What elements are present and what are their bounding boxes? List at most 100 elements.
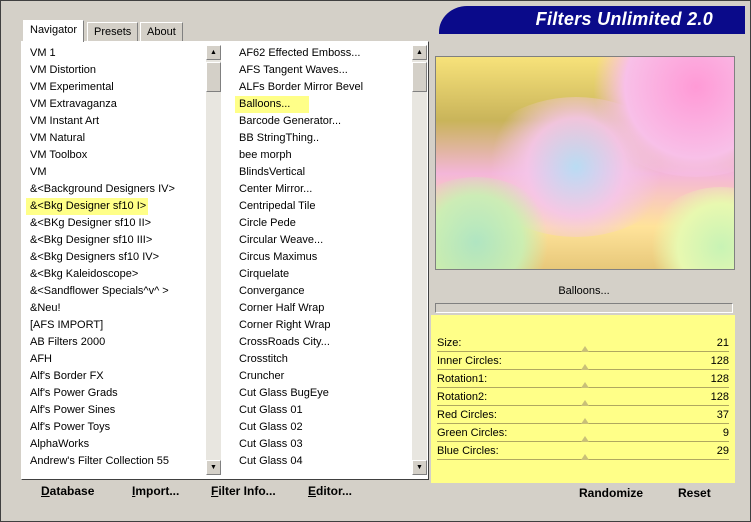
category-list-item[interactable]: VM Distortion (26, 62, 96, 79)
category-list-item[interactable]: Alf's Power Grads (26, 385, 118, 402)
filter-list-item[interactable]: CrossRoads City... (235, 334, 330, 351)
slider-thumb-icon[interactable] (581, 346, 589, 352)
category-list-item[interactable]: &<Bkg Kaleidoscope> (26, 266, 138, 283)
category-list-item[interactable]: AlphaWorks (26, 436, 89, 453)
filter-preview (435, 56, 735, 270)
parameter-label: Blue Circles: (437, 445, 499, 457)
category-list-item[interactable]: Alf's Power Sines (26, 402, 115, 419)
filter-list-item[interactable]: Corner Right Wrap (235, 317, 331, 334)
progress-bar (435, 303, 733, 313)
tab-navigator[interactable]: Navigator (23, 20, 85, 42)
filter-list-item[interactable]: Corner Half Wrap (235, 300, 324, 317)
category-list-item[interactable]: Andrew's Filter Collection 55 (26, 453, 169, 470)
scroll-down-arrow-icon[interactable]: ▼ (206, 460, 221, 475)
parameter-slider[interactable]: Red Circles: 37 (431, 407, 735, 425)
filter-list-item[interactable]: Cruncher (235, 368, 284, 385)
filter-list-item[interactable]: AF62 Effected Emboss... (235, 45, 360, 62)
filter-list-item[interactable]: Balloons... (235, 96, 309, 113)
parameter-slider[interactable]: Rotation2: 128 (431, 389, 735, 407)
parameter-label: Red Circles: (437, 409, 497, 421)
parameter-label: Rotation2: (437, 391, 488, 403)
window-title: Filters Unlimited 2.0 (535, 9, 713, 29)
filter-info-button[interactable]: Filter Info... (211, 484, 276, 498)
slider-thumb-icon[interactable] (581, 436, 589, 442)
import-button[interactable]: Import... (132, 484, 179, 498)
filter-list-item[interactable]: Circle Pede (235, 215, 296, 232)
parameter-value: 9 (722, 427, 729, 439)
filter-list[interactable]: AF62 Effected Emboss... AFS Tangent Waves… (235, 45, 411, 475)
category-list-item[interactable]: VM (26, 164, 47, 181)
slider-thumb-icon[interactable] (581, 364, 589, 370)
filter-list-item[interactable]: Convergance (235, 283, 304, 300)
category-list-item[interactable]: &<Bkg Designers sf10 IV> (26, 249, 159, 266)
slider-thumb-icon[interactable] (581, 400, 589, 406)
parameter-slider[interactable]: Inner Circles: 128 (431, 353, 735, 371)
database-button[interactable]: Database (41, 484, 94, 498)
category-list-item[interactable]: &Neu! (26, 300, 61, 317)
title-banner: Filters Unlimited 2.0 (439, 6, 745, 34)
editor-button[interactable]: Editor... (308, 484, 352, 498)
parameter-panel: Size: 21 Inner Circles: 128 Rotation1: 128 Rot… (431, 315, 735, 483)
filter-name-button[interactable]: Balloons... (435, 280, 733, 302)
filter-list-item[interactable]: ALFs Border Mirror Bevel (235, 79, 363, 96)
randomize-button[interactable]: Randomize (579, 486, 643, 500)
parameter-slider[interactable]: Green Circles: 9 (431, 425, 735, 443)
category-list-item[interactable]: Alf's Border FX (26, 368, 104, 385)
category-list-item[interactable]: AFH (26, 351, 52, 368)
parameter-label: Rotation1: (437, 373, 488, 385)
category-scroll-thumb[interactable] (206, 62, 221, 92)
filter-list-item[interactable]: Barcode Generator... (235, 113, 341, 130)
filter-list-item[interactable]: BB StringThing.. (235, 130, 319, 147)
reset-button[interactable]: Reset (678, 486, 711, 500)
filter-list-item[interactable]: Circular Weave... (235, 232, 323, 249)
category-list-item[interactable]: &<BKg Designer sf10 II> (26, 215, 151, 232)
parameter-value: 128 (710, 391, 729, 403)
filter-list-item[interactable]: Centripedal Tile (235, 198, 315, 215)
category-list-item[interactable]: Alf's Power Toys (26, 419, 110, 436)
category-list-item[interactable]: &<Bkg Designer sf10 III> (26, 232, 152, 249)
category-list-item[interactable]: VM 1 (26, 45, 56, 62)
parameter-value: 21 (716, 337, 729, 349)
category-scrollbar[interactable]: ▲ ▼ (206, 45, 221, 475)
scroll-up-arrow-icon[interactable]: ▲ (412, 45, 427, 60)
category-list-item[interactable]: VM Toolbox (26, 147, 87, 164)
category-list-item[interactable]: VM Extravaganza (26, 96, 117, 113)
category-list-item[interactable]: [AFS IMPORT] (26, 317, 103, 334)
category-list-item[interactable]: &<Sandflower Specials^v^ > (26, 283, 169, 300)
category-list-item[interactable]: VM Instant Art (26, 113, 99, 130)
filter-list-item[interactable]: Cut Glass 01 (235, 402, 303, 419)
filter-list-item[interactable]: Center Mirror... (235, 181, 312, 198)
filter-scrollbar[interactable]: ▲ ▼ (412, 45, 427, 475)
scroll-up-arrow-icon[interactable]: ▲ (206, 45, 221, 60)
slider-thumb-icon[interactable] (581, 454, 589, 460)
filter-list-item[interactable]: Cirquelate (235, 266, 289, 283)
filter-list-item[interactable]: Circus Maximus (235, 249, 317, 266)
slider-thumb-icon[interactable] (581, 418, 589, 424)
filter-list-item[interactable]: Cut Glass 02 (235, 419, 303, 436)
parameter-value: 37 (716, 409, 729, 421)
parameter-slider[interactable]: Size: 21 (431, 335, 735, 353)
slider-thumb-icon[interactable] (581, 382, 589, 388)
parameter-value: 29 (716, 445, 729, 457)
parameter-slider[interactable]: Rotation1: 128 (431, 371, 735, 389)
filter-scroll-thumb[interactable] (412, 62, 427, 92)
category-list[interactable]: VM 1 VM Distortion VM Experimental VM Extra… (26, 45, 204, 475)
filter-list-item[interactable]: AFS Tangent Waves... (235, 62, 348, 79)
filter-list-item[interactable]: BlindsVertical (235, 164, 305, 181)
category-list-item[interactable]: &<Background Designers IV> (26, 181, 175, 198)
tab-presets[interactable]: Presets (87, 22, 139, 41)
filter-list-item[interactable]: Cut Glass 04 (235, 453, 303, 470)
filter-list-item[interactable]: bee morph (235, 147, 292, 164)
tab-about[interactable]: About (140, 22, 183, 41)
category-list-item[interactable]: VM Natural (26, 130, 85, 147)
parameter-slider[interactable]: Blue Circles: 29 (431, 443, 735, 461)
category-list-item[interactable]: &<Bkg Designer sf10 I> (26, 198, 148, 215)
filter-list-item[interactable]: Cut Glass 03 (235, 436, 303, 453)
parameter-label: Size: (437, 337, 462, 349)
filter-list-item[interactable]: Crosstitch (235, 351, 288, 368)
filter-list-item[interactable]: Cut Glass BugEye (235, 385, 329, 402)
category-list-item[interactable]: VM Experimental (26, 79, 114, 96)
scroll-down-arrow-icon[interactable]: ▼ (412, 460, 427, 475)
parameter-label: Inner Circles: (437, 355, 502, 367)
category-list-item[interactable]: AB Filters 2000 (26, 334, 105, 351)
